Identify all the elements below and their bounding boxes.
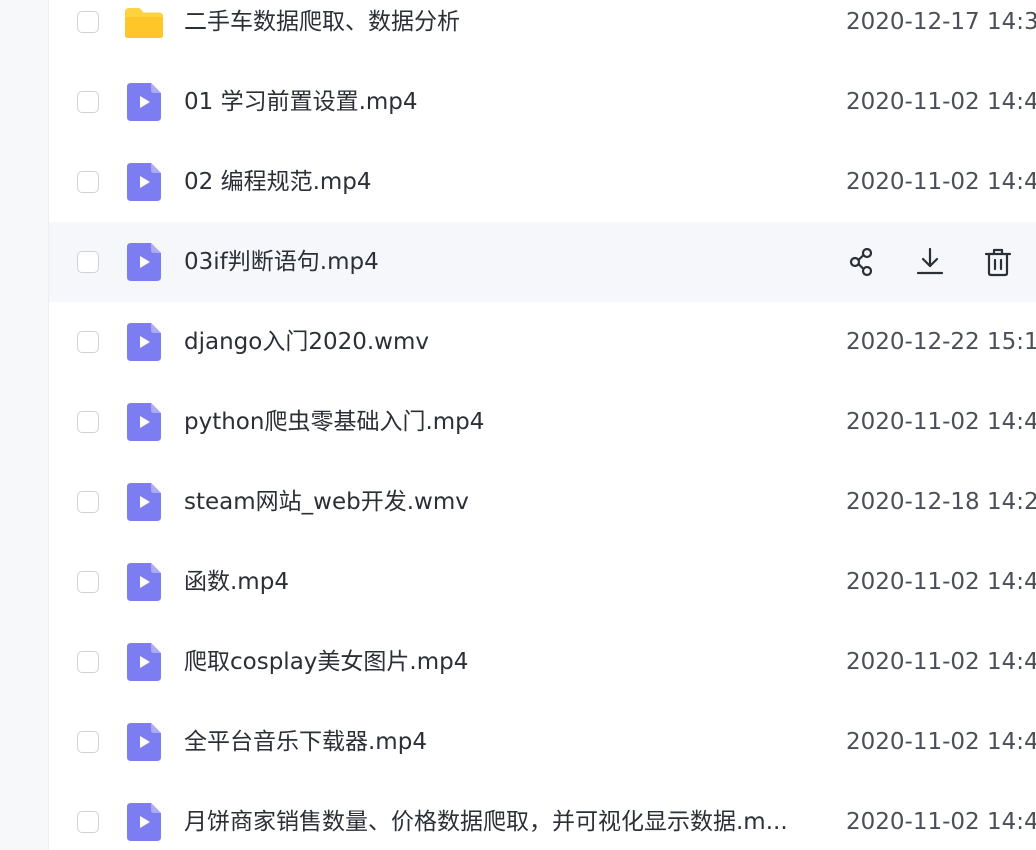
file-row[interactable]: 月饼商家销售数量、价格数据爬取，并可视化显示数据.m... 2020-11-02… [49,782,1036,850]
row-checkbox[interactable] [77,11,99,33]
file-name[interactable]: 月饼商家销售数量、价格数据爬取，并可视化显示数据.m... [184,804,824,840]
download-icon [916,247,944,275]
file-row[interactable]: 二手车数据爬取、数据分析 2020-12-17 14:3 [49,0,1036,62]
video-file-icon [127,483,161,521]
file-name[interactable]: python爬虫零基础入门.mp4 [184,404,824,440]
row-checkbox[interactable] [77,91,99,113]
share-icon [849,247,873,277]
file-name[interactable]: 函数.mp4 [184,564,824,600]
delete-icon [984,248,1012,277]
file-name[interactable]: 02 编程规范.mp4 [184,164,824,200]
row-checkbox[interactable] [77,171,99,193]
file-name[interactable]: 爬取cosplay美女图片.mp4 [184,644,824,680]
video-file-icon [127,163,161,201]
modified-date: 2020-12-18 14:2 [846,489,1036,515]
video-file-icon [127,803,161,841]
modified-date: 2020-11-02 14:4 [846,169,1036,195]
file-name[interactable]: 二手车数据爬取、数据分析 [184,4,824,40]
modified-date: 2020-11-02 14:4 [846,649,1036,675]
file-row[interactable]: 函数.mp4 2020-11-02 14:4 [49,542,1036,622]
modified-date: 2020-11-02 14:4 [846,409,1036,435]
file-row[interactable]: 爬取cosplay美女图片.mp4 2020-11-02 14:4 [49,622,1036,702]
modified-date: 2020-11-02 14:4 [846,809,1036,835]
video-file-icon [127,323,161,361]
file-list: 二手车数据爬取、数据分析 2020-12-17 14:3 01 学习前置设置.m… [49,0,1036,850]
video-file-icon [127,563,161,601]
row-checkbox[interactable] [77,571,99,593]
row-checkbox[interactable] [77,251,99,273]
modified-date: 2020-11-02 14:4 [846,729,1036,755]
folder-icon [125,8,163,38]
download-button[interactable] [912,244,948,280]
row-checkbox[interactable] [77,331,99,353]
file-row-hovered[interactable]: 03if判断语句.mp4 [49,222,1036,302]
row-checkbox[interactable] [77,731,99,753]
row-checkbox[interactable] [77,411,99,433]
video-file-icon [127,643,161,681]
modified-date: 2020-11-02 14:4 [846,569,1036,595]
file-row[interactable]: steam网站_web开发.wmv 2020-12-18 14:2 [49,462,1036,542]
row-checkbox[interactable] [77,811,99,833]
file-name[interactable]: 全平台音乐下载器.mp4 [184,724,824,760]
modified-date: 2020-11-02 14:4 [846,89,1036,115]
modified-date: 2020-12-17 14:3 [846,9,1036,35]
left-gutter [0,0,49,850]
file-manager: 二手车数据爬取、数据分析 2020-12-17 14:3 01 学习前置设置.m… [0,0,1036,850]
file-row[interactable]: python爬虫零基础入门.mp4 2020-11-02 14:4 [49,382,1036,462]
video-file-icon [127,403,161,441]
file-row[interactable]: django入门2020.wmv 2020-12-22 15:1 [49,302,1036,382]
file-name[interactable]: steam网站_web开发.wmv [184,484,824,520]
video-file-icon [127,723,161,761]
row-actions [844,244,1036,280]
file-row[interactable]: 01 学习前置设置.mp4 2020-11-02 14:4 [49,62,1036,142]
row-checkbox[interactable] [77,651,99,673]
file-name[interactable]: django入门2020.wmv [184,324,824,360]
file-name[interactable]: 03if判断语句.mp4 [184,244,824,280]
file-row[interactable]: 全平台音乐下载器.mp4 2020-11-02 14:4 [49,702,1036,782]
video-file-icon [127,243,161,281]
file-name[interactable]: 01 学习前置设置.mp4 [184,84,824,120]
share-button[interactable] [844,244,880,280]
delete-button[interactable] [980,244,1016,280]
modified-date: 2020-12-22 15:1 [846,329,1036,355]
row-checkbox[interactable] [77,491,99,513]
video-file-icon [127,83,161,121]
file-row[interactable]: 02 编程规范.mp4 2020-11-02 14:4 [49,142,1036,222]
